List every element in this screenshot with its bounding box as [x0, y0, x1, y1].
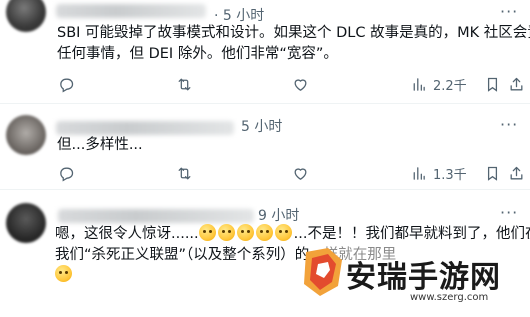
bookmark-icon — [487, 166, 498, 181]
more-icon[interactable]: ··· — [500, 4, 518, 20]
site-logo-icon — [304, 248, 342, 296]
post-text-line-1: 嗯，这很令人惊讶...... ...不是！！我们都早就料到了，他们在看到 — [55, 224, 530, 245]
post-text-prefix: 嗯，这很令人惊讶...... — [55, 226, 199, 242]
post-text-suffix: ...不是！！我们都早就料到了，他们在看到 — [293, 226, 530, 242]
views-button[interactable]: 1.3千 — [410, 164, 467, 183]
reply-button[interactable] — [58, 75, 75, 93]
views-count: 1.3千 — [433, 167, 467, 183]
timeline-feed: · 5 小时 ··· SBI 可能毁掉了故事模式和设计。如果这个 DLC 故事是… — [0, 0, 530, 317]
emoji-group — [198, 224, 294, 241]
reply-icon — [60, 167, 74, 181]
avatar[interactable] — [6, 203, 46, 243]
bookmark-icon — [487, 77, 498, 92]
post-timestamp[interactable]: 9 小时 — [258, 205, 299, 225]
repost-button[interactable] — [176, 75, 193, 93]
views-button[interactable]: 2.2千 — [410, 75, 467, 94]
repost-icon — [178, 167, 191, 179]
post-text-line-1: SBI 可能毁掉了故事模式和设计。如果这个 DLC 故事是真的，MK 社区会责怪 — [57, 25, 530, 41]
like-icon — [294, 78, 307, 91]
post-actions: 2.2千 — [52, 75, 525, 94]
bookmark-button[interactable] — [484, 164, 501, 182]
post-text-line-3 — [55, 265, 74, 289]
smiling-face-emoji-icon — [55, 265, 72, 282]
avatar[interactable] — [6, 0, 46, 32]
share-icon — [510, 166, 523, 179]
post-text-line-2-main: 我们“杀死正义联盟”（以及整个系列）的 — [55, 247, 310, 263]
grinning-face-emoji-icon — [236, 224, 254, 241]
bookmark-button[interactable] — [484, 75, 501, 93]
reply-button[interactable] — [58, 164, 75, 182]
tears-of-joy-emoji-icon — [255, 224, 273, 241]
avatar[interactable] — [6, 115, 46, 155]
share-button[interactable] — [508, 75, 525, 93]
post-timestamp[interactable]: · 5 小时 — [214, 5, 264, 25]
post-text-line-1: 但...多样性... — [57, 137, 143, 153]
author-name[interactable] — [58, 209, 254, 223]
like-button[interactable] — [292, 164, 309, 182]
post-timestamp[interactable]: 5 小时 — [241, 116, 282, 136]
views-icon — [413, 166, 425, 180]
like-button[interactable] — [292, 75, 309, 93]
views-count: 2.2千 — [433, 78, 467, 94]
smiling-face-emoji-icon — [198, 224, 216, 241]
share-icon — [510, 77, 523, 90]
rolling-laughing-emoji-icon — [274, 224, 292, 241]
more-icon[interactable]: ··· — [500, 205, 518, 221]
site-watermark: 安瑞手游网 www.szerg.com — [298, 244, 530, 317]
more-icon[interactable]: ··· — [500, 117, 518, 133]
reply-icon — [60, 78, 74, 92]
post-2[interactable]: 5 小时 ··· 但...多样性... 1.3千 — [0, 103, 530, 190]
author-name[interactable] — [56, 121, 234, 135]
repost-button[interactable] — [176, 164, 193, 182]
share-button[interactable] — [508, 164, 525, 182]
views-icon — [413, 77, 425, 91]
repost-icon — [178, 78, 191, 90]
post-text-line-2: 任何事情，但 DEI 除外。他们非常“宽容”。 — [57, 46, 338, 62]
post-1[interactable]: · 5 小时 ··· SBI 可能毁掉了故事模式和设计。如果这个 DLC 故事是… — [0, 0, 530, 104]
post-actions: 1.3千 — [52, 164, 525, 183]
watermark-title: 安瑞手游网 — [346, 260, 501, 295]
watermark-url: www.szerg.com — [410, 292, 489, 303]
author-name[interactable] — [56, 4, 206, 18]
thinking-face-emoji-icon — [217, 224, 235, 241]
like-icon — [294, 167, 307, 180]
